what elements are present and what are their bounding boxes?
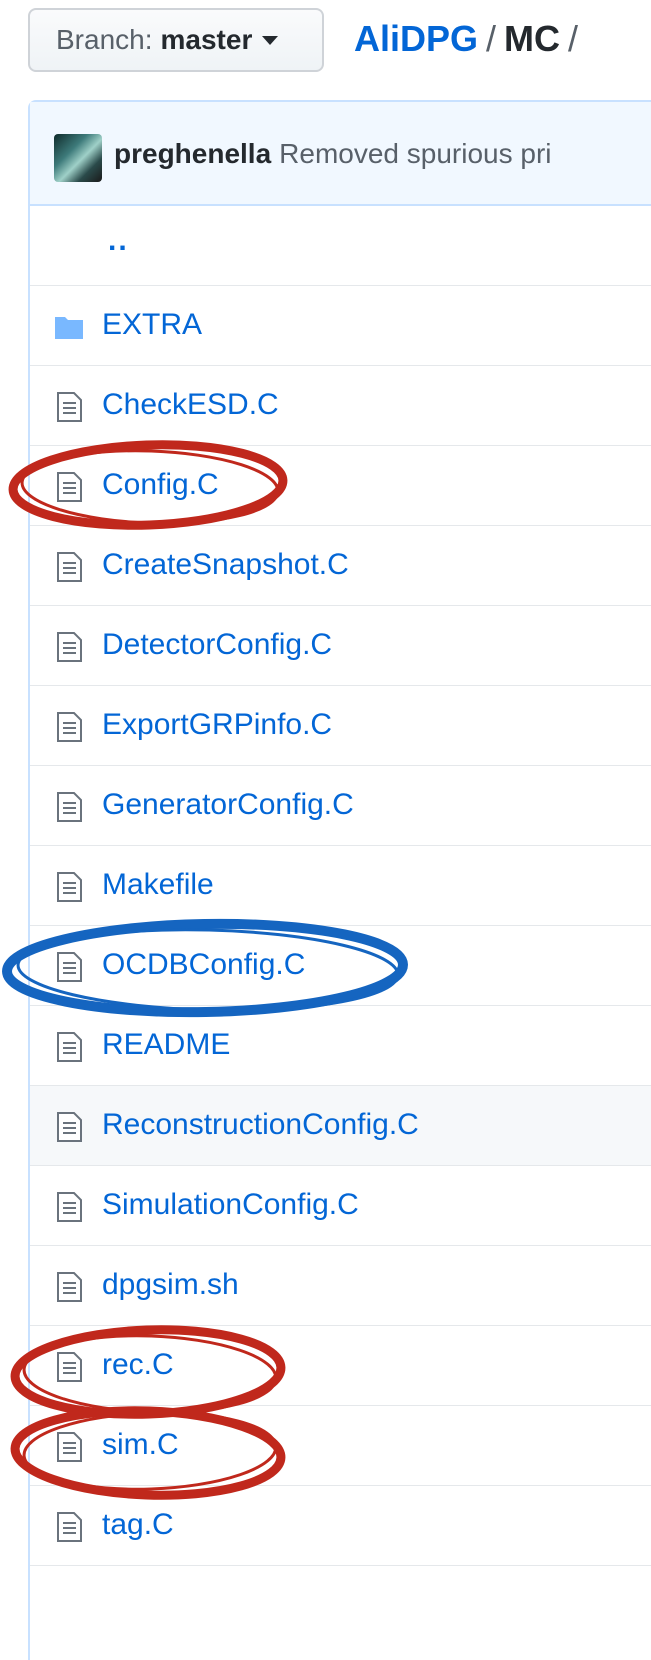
file-row-rec[interactable]: rec.C (30, 1326, 651, 1406)
file-row-dpgsim[interactable]: dpgsim.sh (30, 1246, 651, 1326)
breadcrumb-separator: / (486, 18, 497, 59)
file-row-makefile[interactable]: Makefile (30, 846, 651, 926)
file-row-checkesd[interactable]: CheckESD.C (30, 366, 651, 446)
file-link[interactable]: ReconstructionConfig.C (102, 1108, 419, 1142)
file-icon (57, 872, 82, 902)
file-icon (57, 392, 82, 422)
file-link[interactable]: CheckESD.C (102, 388, 279, 422)
file-row-simulationconfig[interactable]: SimulationConfig.C (30, 1166, 651, 1246)
branch-prefix: Branch: (56, 24, 153, 55)
branch-select-button[interactable]: Branch: master (28, 8, 324, 72)
branch-name: master (160, 24, 253, 55)
file-link[interactable]: SimulationConfig.C (102, 1188, 359, 1222)
file-row-generatorconfig[interactable]: GeneratorConfig.C (30, 766, 651, 846)
parent-directory-row[interactable]: .. (30, 206, 651, 286)
file-icon (57, 712, 82, 742)
file-link[interactable]: dpgsim.sh (102, 1268, 239, 1302)
file-link[interactable]: Config.C (102, 468, 219, 502)
latest-commit-bar: preghenella Removed spurious pri (30, 102, 651, 206)
file-link[interactable]: sim.C (102, 1428, 179, 1462)
file-icon (57, 1352, 82, 1382)
commit-message-link[interactable]: Removed spurious pri (279, 138, 551, 169)
file-row-reconstructionconfig[interactable]: ReconstructionConfig.C (30, 1086, 651, 1166)
file-link[interactable]: GeneratorConfig.C (102, 788, 354, 822)
file-link[interactable]: ExportGRPinfo.C (102, 708, 332, 742)
folder-icon (55, 317, 83, 339)
caret-down-icon (262, 35, 279, 45)
file-icon (57, 792, 82, 822)
repo-file-browser: Branch: master AliDPG / MC / preghenella Rem… (0, 0, 651, 1660)
file-icon (57, 1512, 82, 1542)
file-row-config[interactable]: Config.C (30, 446, 651, 526)
file-icon (57, 1112, 82, 1142)
file-link[interactable]: CreateSnapshot.C (102, 548, 349, 582)
file-icon (57, 1432, 82, 1462)
avatar[interactable] (54, 134, 102, 182)
file-row-readme[interactable]: README (30, 1006, 651, 1086)
file-row-exportgrpinfo[interactable]: ExportGRPinfo.C (30, 686, 651, 766)
file-icon (57, 1032, 82, 1062)
file-link[interactable]: rec.C (102, 1348, 174, 1382)
file-row-detectorconfig[interactable]: DetectorConfig.C (30, 606, 651, 686)
commit-summary: preghenella Removed spurious pri (114, 138, 552, 170)
file-icon (57, 552, 82, 582)
breadcrumb-separator: / (568, 18, 579, 59)
file-icon (57, 472, 82, 502)
file-link[interactable]: DetectorConfig.C (102, 628, 332, 662)
file-row-extra[interactable]: EXTRA (30, 286, 651, 366)
commit-author-link[interactable]: preghenella (114, 138, 271, 169)
file-row-sim[interactable]: sim.C (30, 1406, 651, 1486)
file-row-ocdbconfig[interactable]: OCDBConfig.C (30, 926, 651, 1006)
breadcrumb-current-dir: MC (504, 18, 561, 59)
file-table: preghenella Removed spurious pri .. EXTRA… (28, 100, 651, 1660)
file-icon (57, 952, 82, 982)
file-link[interactable]: Makefile (102, 868, 214, 902)
file-icon (57, 632, 82, 662)
file-link[interactable]: tag.C (102, 1508, 174, 1542)
file-link[interactable]: README (102, 1028, 230, 1062)
file-link[interactable]: EXTRA (102, 308, 202, 342)
file-row-createsnapshot[interactable]: CreateSnapshot.C (30, 526, 651, 606)
file-icon (57, 1192, 82, 1222)
parent-directory-link[interactable]: .. (108, 224, 129, 258)
breadcrumb-repo-link[interactable]: AliDPG (354, 18, 478, 59)
file-link[interactable]: OCDBConfig.C (102, 948, 305, 982)
file-list: .. EXTRA CheckESD.C Config.C CreateSnaps… (30, 206, 651, 1566)
file-row-tag[interactable]: tag.C (30, 1486, 651, 1566)
breadcrumb: AliDPG / MC / (354, 18, 586, 60)
file-icon (57, 1272, 82, 1302)
